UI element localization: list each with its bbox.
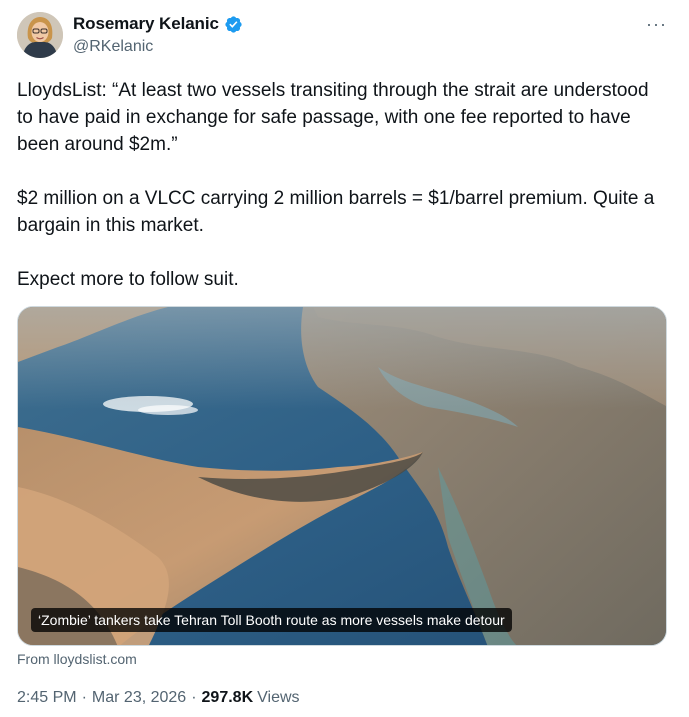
tweet-paragraph: $2 million on a VLCC carrying 2 million … bbox=[17, 188, 655, 236]
views-count[interactable]: 297.8K bbox=[202, 689, 254, 707]
views-label: Views bbox=[257, 689, 300, 706]
verified-badge-icon[interactable] bbox=[224, 15, 243, 34]
more-options-icon[interactable]: ··· bbox=[646, 14, 667, 35]
author-name-row: Rosemary Kelanic bbox=[73, 14, 243, 34]
link-card[interactable]: ‘Zombie’ tankers take Tehran Toll Booth … bbox=[17, 306, 667, 646]
avatar[interactable] bbox=[17, 12, 63, 58]
tweet: Rosemary Kelanic @RKelanic ··· LloydsLis… bbox=[0, 0, 689, 717]
display-name[interactable]: Rosemary Kelanic bbox=[73, 14, 219, 34]
card-caption[interactable]: ‘Zombie’ tankers take Tehran Toll Booth … bbox=[31, 608, 512, 632]
tweet-paragraph: Expect more to follow suit. bbox=[17, 269, 239, 290]
card-image bbox=[18, 307, 666, 645]
meta-separator: · bbox=[81, 689, 87, 706]
tweet-text: LloydsList: “At least two vessels transi… bbox=[17, 77, 667, 293]
tweet-paragraph: LloydsList: “At least two vessels transi… bbox=[17, 80, 649, 155]
meta-separator: · bbox=[191, 689, 197, 706]
tweet-time[interactable]: 2:45 PM bbox=[17, 689, 77, 707]
card-source-link[interactable]: From lloydslist.com bbox=[17, 651, 137, 667]
tweet-date[interactable]: Mar 23, 2026 bbox=[92, 689, 186, 707]
handle[interactable]: @RKelanic bbox=[73, 38, 153, 56]
tweet-meta: 2:45 PM · Mar 23, 2026 · 297.8K Views bbox=[17, 689, 300, 707]
